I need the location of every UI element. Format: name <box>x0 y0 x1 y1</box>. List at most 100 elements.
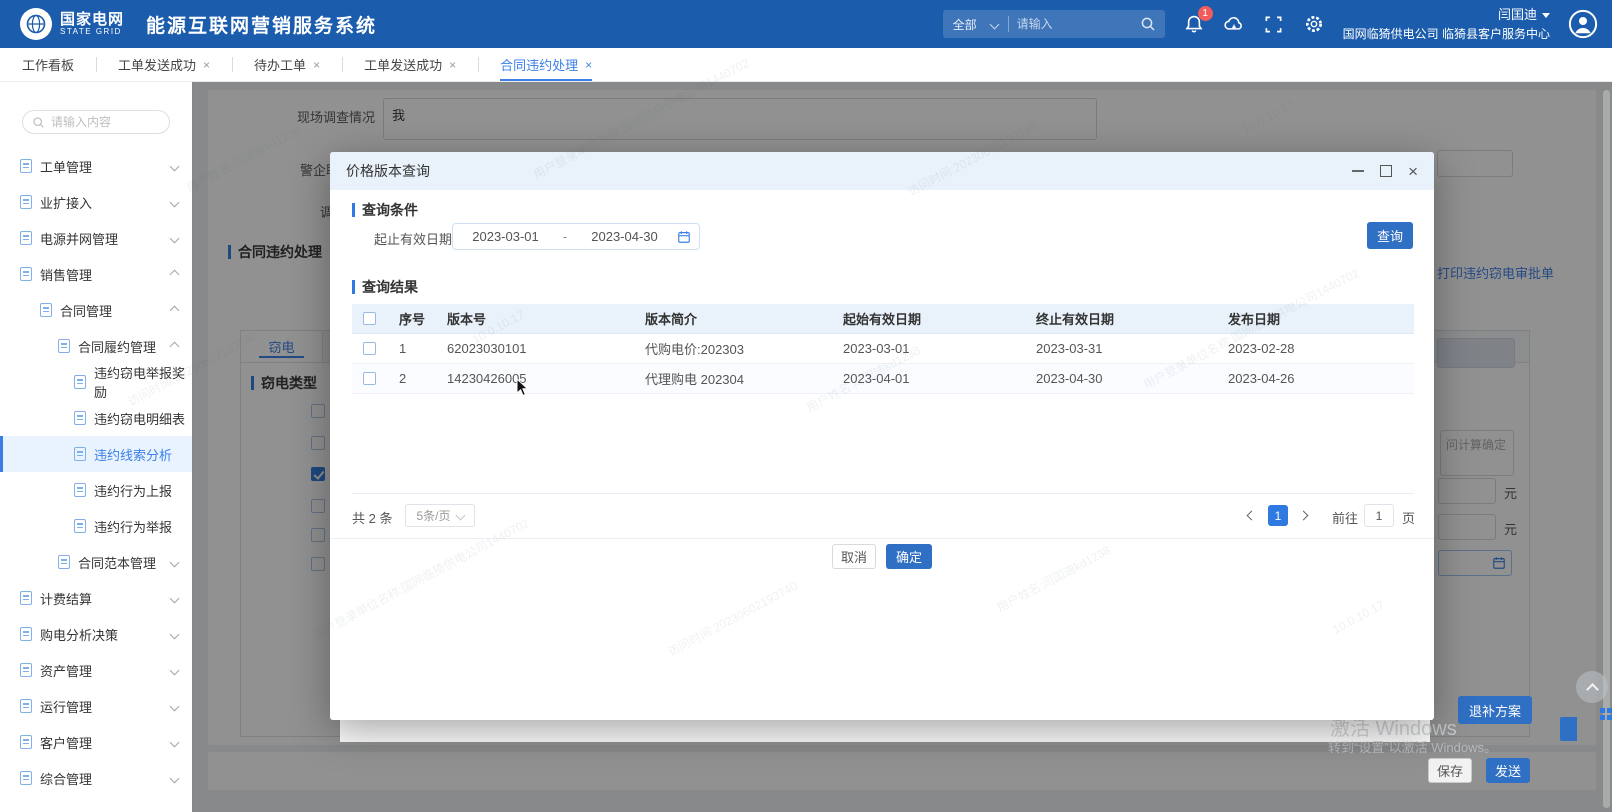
sidebar-search[interactable] <box>22 110 170 134</box>
search-icon[interactable] <box>1137 13 1159 35</box>
tab-workboard[interactable]: 工作看板 <box>0 48 96 81</box>
notification-bell-icon[interactable]: 1 <box>1183 13 1205 35</box>
brand-cn: 国家电网 <box>60 12 124 28</box>
document-icon <box>20 663 32 677</box>
sidebar-item-billing[interactable]: 计费结算 <box>0 580 192 616</box>
date-end-value[interactable]: 2023-04-30 <box>572 229 677 244</box>
tab-label: 工单发送成功 <box>364 55 442 74</box>
cell-version: 14230426005 <box>434 371 632 386</box>
price-version-dialog: 价格版本查询 × 查询条件 起止有效日期 2023-03-01 - 2023-0… <box>330 152 1434 720</box>
query-button[interactable]: 查询 <box>1367 222 1413 249</box>
sidebar-item-breach-behavior-report[interactable]: 违约行为上报 <box>0 472 192 508</box>
button-label: 发送 <box>1495 761 1521 780</box>
cell-version: 62023030101 <box>434 341 632 356</box>
button-label: 取消 <box>841 547 867 566</box>
drag-handle-dots-icon[interactable] <box>1600 708 1612 730</box>
close-icon[interactable]: × <box>1408 163 1418 180</box>
row-checkbox[interactable] <box>363 342 376 355</box>
close-icon[interactable]: × <box>203 58 210 72</box>
document-icon <box>20 267 32 281</box>
date-separator: - <box>558 229 572 244</box>
page-scrollbar[interactable] <box>1603 90 1610 808</box>
floating-widget[interactable] <box>1560 717 1577 741</box>
tab-contract-breach[interactable]: 合同违约处理× <box>478 48 614 81</box>
col-seq: 序号 <box>386 309 434 328</box>
col-version: 版本号 <box>434 309 632 328</box>
minimize-icon[interactable] <box>1352 170 1364 172</box>
button-label: 退补方案 <box>1469 701 1521 720</box>
search-input[interactable] <box>1009 17 1119 31</box>
chevron-down-icon <box>989 19 999 29</box>
close-icon[interactable]: × <box>449 58 456 72</box>
maximize-icon[interactable] <box>1380 165 1392 177</box>
document-icon <box>74 519 86 533</box>
sidebar-item-contract-template[interactable]: 合同范本管理 <box>0 544 192 580</box>
sidebar-item-theft-detail-table[interactable]: 违约窃电明细表 <box>0 400 192 436</box>
state-grid-logo-icon <box>20 8 52 40</box>
sidebar-item-operation-mgmt[interactable]: 运行管理 <box>0 688 192 724</box>
query-result-header: 查询结果 <box>352 277 418 297</box>
back-to-top-button[interactable] <box>1576 671 1608 703</box>
document-icon <box>74 411 86 425</box>
col-publish-date: 发布日期 <box>1215 309 1414 328</box>
document-icon <box>58 339 70 353</box>
select-all-checkbox[interactable] <box>363 312 376 325</box>
current-page[interactable]: 1 <box>1268 505 1288 526</box>
search-scope-select[interactable]: 全部 <box>943 16 1009 32</box>
next-page-button[interactable] <box>1294 505 1313 526</box>
page-size-value: 5条/页 <box>416 507 450 524</box>
global-search[interactable]: 全部 <box>943 10 1165 38</box>
chevron-up-icon <box>170 305 180 315</box>
avatar[interactable] <box>1568 9 1598 39</box>
sidebar-item-work-order[interactable]: 工单管理 <box>0 148 192 184</box>
fullscreen-scan-icon[interactable] <box>1263 13 1285 35</box>
sidebar-item-business-expansion[interactable]: 业扩接入 <box>0 184 192 220</box>
close-icon[interactable]: × <box>313 58 320 72</box>
sidebar-item-sales-mgmt[interactable]: 销售管理 <box>0 256 192 292</box>
table-row[interactable]: 2 14230426005 代理购电 202304 2023-04-01 202… <box>352 364 1414 394</box>
sidebar-item-contract-mgmt[interactable]: 合同管理 <box>0 292 192 328</box>
chevron-down-icon <box>170 665 180 675</box>
chevron-down-icon <box>170 593 180 603</box>
confirm-button[interactable]: 确定 <box>886 544 932 569</box>
col-summary: 版本简介 <box>632 309 830 328</box>
sidebar-item-grid-connection[interactable]: 电源并网管理 <box>0 220 192 256</box>
cloud-icon[interactable] <box>1223 13 1245 35</box>
tab-order-sent-2[interactable]: 工单发送成功 × <box>342 48 478 81</box>
settings-gear-icon[interactable] <box>1303 13 1325 35</box>
sidebar-item-purchase-analysis[interactable]: 购电分析决策 <box>0 616 192 652</box>
menu-label: 违约行为上报 <box>94 481 172 500</box>
tab-order-sent-1[interactable]: 工单发送成功× <box>96 48 232 81</box>
sidebar-item-asset-mgmt[interactable]: 资产管理 <box>0 652 192 688</box>
footer-divider <box>330 538 1434 539</box>
sidebar-item-contract-performance[interactable]: 合同履约管理 <box>0 328 192 364</box>
close-icon[interactable]: × <box>585 58 592 72</box>
page-size-select[interactable]: 5条/页 <box>405 504 475 527</box>
sidebar-item-general-mgmt[interactable]: 综合管理 <box>0 760 192 796</box>
user-block[interactable]: 闫囯迪 国网临猗供电公司 临猗县客户服务中心 <box>1343 5 1550 43</box>
goto-label: 前往 <box>1332 508 1358 527</box>
date-range-picker[interactable]: 2023-03-01 - 2023-04-30 <box>452 223 700 250</box>
sidebar-item-breach-behavior-tipoff[interactable]: 违约行为举报 <box>0 508 192 544</box>
tab-todo-orders[interactable]: 待办工单× <box>232 48 342 81</box>
sidebar-item-theft-report-reward[interactable]: 违约窃电举报奖励 <box>0 364 192 400</box>
table-header-row: 序号 版本号 版本简介 起始有效日期 终止有效日期 发布日期 <box>352 304 1414 334</box>
table-row[interactable]: 1 62023030101 代购电价:202303 2023-03-01 202… <box>352 334 1414 364</box>
date-start-value[interactable]: 2023-03-01 <box>453 229 558 244</box>
cancel-button[interactable]: 取消 <box>832 544 876 569</box>
prev-page-button[interactable] <box>1242 505 1261 526</box>
document-icon <box>20 231 32 245</box>
save-button[interactable]: 保存 <box>1428 758 1472 783</box>
goto-page-input[interactable] <box>1364 504 1394 527</box>
refund-plan-button[interactable]: 退补方案 <box>1458 696 1532 724</box>
cell-end: 2023-04-30 <box>1023 371 1215 386</box>
sidebar: 工单管理 业扩接入 电源并网管理 销售管理 合同管理 合同履约管理 违约窃电举报… <box>0 82 192 812</box>
document-icon <box>20 627 32 641</box>
arrow-up-icon <box>1586 683 1599 696</box>
row-checkbox[interactable] <box>363 372 376 385</box>
sidebar-item-customer-mgmt[interactable]: 客户管理 <box>0 724 192 760</box>
sidebar-menu: 工单管理 业扩接入 电源并网管理 销售管理 合同管理 合同履约管理 违约窃电举报… <box>0 148 192 796</box>
sidebar-search-input[interactable] <box>51 115 156 129</box>
send-button[interactable]: 发送 <box>1486 758 1530 783</box>
sidebar-item-breach-clue-analysis[interactable]: 违约线索分析 <box>0 436 192 472</box>
